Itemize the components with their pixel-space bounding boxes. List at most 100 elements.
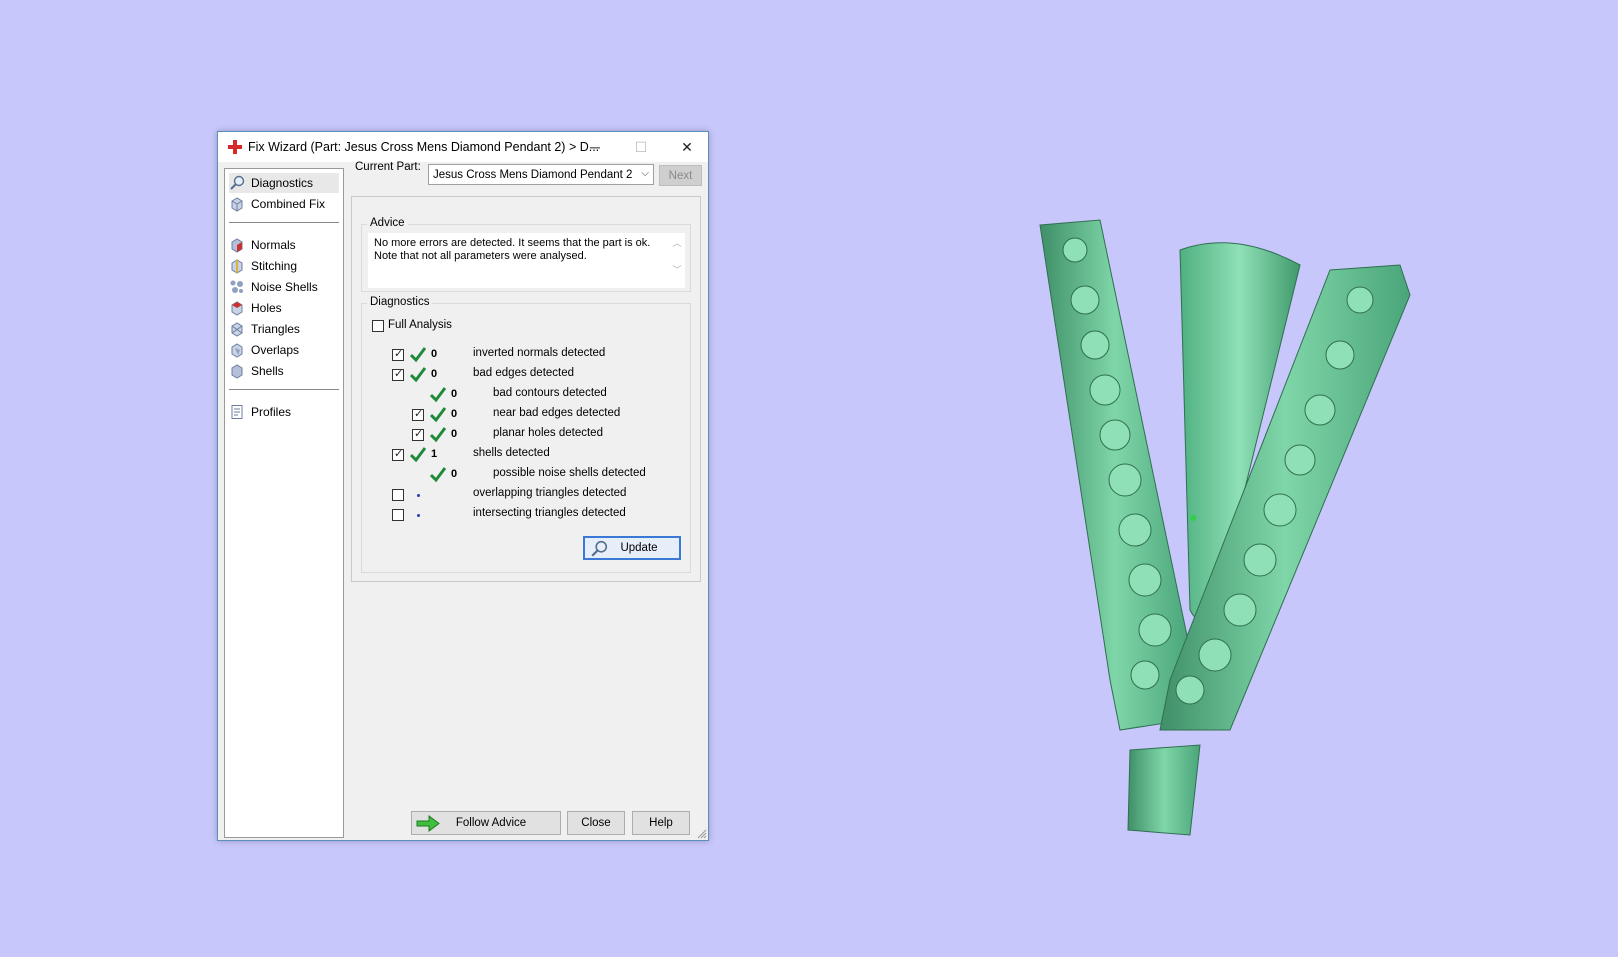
chevron-down-icon: ⌵ <box>641 168 649 179</box>
diagnostics-title: Diagnostics <box>367 296 433 308</box>
sidebar-item-diagnostics[interactable]: Diagnostics <box>229 173 339 193</box>
diag-text: bad contours detected <box>493 387 607 399</box>
green-check-icon <box>410 347 426 363</box>
advice-line-1: No more errors are detected. It seems th… <box>374 237 651 249</box>
diagnostics-group: Diagnostics Full Analysis ✓ 0 inverted n… <box>361 296 691 573</box>
triangles-icon <box>231 322 243 337</box>
sidebar-item-label: Diagnostics <box>251 176 314 190</box>
diag-count: 0 <box>451 428 458 440</box>
title-bar[interactable]: Fix Wizard (Part: Jesus Cross Mens Diamo… <box>218 132 708 162</box>
near-bad-edges-checkbox[interactable]: ✓ <box>412 408 424 421</box>
planar-holes-checkbox[interactable]: ✓ <box>412 428 424 441</box>
inverted-normals-checkbox[interactable]: ✓ <box>392 348 404 361</box>
normals-icon <box>231 238 243 253</box>
pendant-loop <box>1127 744 1201 836</box>
advice-line-2: Note that not all parameters were analys… <box>374 250 587 262</box>
intersecting-triangles-checkbox[interactable] <box>392 509 404 521</box>
check-icon: ✓ <box>394 348 404 360</box>
current-part-select[interactable]: Jesus Cross Mens Diamond Pendant 2 ⌵ <box>428 164 654 185</box>
noise-shells-icon <box>230 280 243 293</box>
pending-dot-icon <box>417 514 420 517</box>
sidebar-item-triangles[interactable]: Triangles <box>229 319 339 339</box>
green-check-icon <box>430 407 446 423</box>
green-check-icon <box>410 447 426 463</box>
diag-text: near bad edges detected <box>493 407 621 419</box>
advice-scrollbar[interactable]: ︿ ﹀ <box>669 233 685 285</box>
sidebar: Diagnostics Combined Fix Normals Stitchi… <box>224 168 344 838</box>
overlapping-triangles-checkbox[interactable] <box>392 489 404 501</box>
sidebar-item-profiles[interactable]: Profiles <box>229 402 339 422</box>
current-part-value: Jesus Cross Mens Diamond Pendant 2 <box>433 168 633 181</box>
resize-grip-icon[interactable] <box>697 829 707 839</box>
stitching-icon <box>231 259 243 274</box>
full-analysis-checkbox[interactable] <box>372 320 384 332</box>
diag-text: possible noise shells detected <box>493 467 646 479</box>
check-icon: ✓ <box>394 368 404 380</box>
diag-text: bad edges detected <box>473 367 575 379</box>
green-arrow-icon <box>416 815 440 832</box>
sidebar-item-stitching[interactable]: Stitching <box>229 256 339 276</box>
red-cross-icon <box>228 140 242 154</box>
maximize-button[interactable]: ☐ <box>618 132 664 162</box>
sidebar-item-label: Combined Fix <box>251 197 326 211</box>
sidebar-item-combined-fix[interactable]: Combined Fix <box>229 194 339 214</box>
advice-group: Advice No more errors are detected. It s… <box>361 217 691 292</box>
sidebar-item-label: Noise Shells <box>251 280 318 294</box>
check-icon: ✓ <box>394 448 404 460</box>
follow-advice-label: Follow Advice <box>455 817 527 829</box>
diagnostics-panel: Advice No more errors are detected. It s… <box>351 196 701 582</box>
holes-icon <box>231 301 243 316</box>
cube-icon <box>231 197 243 212</box>
shells-checkbox[interactable]: ✓ <box>392 448 404 461</box>
sidebar-item-holes[interactable]: Holes <box>229 298 339 318</box>
profiles-icon <box>231 405 243 419</box>
diag-count: 0 <box>431 348 438 360</box>
diag-text: shells detected <box>473 447 550 459</box>
bad-edges-checkbox[interactable]: ✓ <box>392 368 404 381</box>
diag-text: planar holes detected <box>493 427 603 439</box>
diag-count: 0 <box>451 468 458 480</box>
sidebar-item-label: Triangles <box>251 322 300 336</box>
sidebar-divider <box>229 389 339 390</box>
diag-text: inverted normals detected <box>473 347 606 359</box>
close-button[interactable]: Close <box>567 811 625 835</box>
sidebar-item-noise-shells[interactable]: Noise Shells <box>229 277 339 297</box>
advice-text: No more errors are detected. It seems th… <box>368 233 685 288</box>
sidebar-item-shells[interactable]: Shells <box>229 361 339 381</box>
update-label: Update <box>620 542 658 554</box>
minimize-button[interactable]: ─ <box>572 132 618 162</box>
close-window-button[interactable]: ✕ <box>664 132 710 162</box>
green-check-icon <box>430 387 446 403</box>
diag-count: 0 <box>431 368 438 380</box>
sidebar-item-overlaps[interactable]: Overlaps <box>229 340 339 360</box>
sidebar-item-label: Shells <box>251 364 284 378</box>
pivot-point-icon <box>1190 515 1196 521</box>
overlaps-icon <box>231 343 243 358</box>
sidebar-item-label: Stitching <box>251 259 298 273</box>
diag-count: 1 <box>431 448 438 460</box>
diag-count: 0 <box>451 388 458 400</box>
shells-icon <box>231 364 243 379</box>
sidebar-item-label: Overlaps <box>251 343 300 357</box>
scroll-up-icon[interactable]: ︿ <box>669 237 685 250</box>
help-button[interactable]: Help <box>632 811 690 835</box>
next-button[interactable]: Next <box>659 165 702 186</box>
green-check-icon <box>430 427 446 443</box>
model-viewport[interactable] <box>1030 210 1450 850</box>
window-title: Fix Wizard (Part: Jesus Cross Mens Diamo… <box>248 140 600 154</box>
advice-title: Advice <box>367 217 408 229</box>
green-check-icon <box>430 467 446 483</box>
check-icon: ✓ <box>414 428 424 440</box>
full-analysis-label: Full Analysis <box>388 319 452 331</box>
magnifier-icon <box>591 540 608 557</box>
scroll-down-icon[interactable]: ﹀ <box>669 264 685 277</box>
pending-dot-icon <box>417 494 420 497</box>
sidebar-item-normals[interactable]: Normals <box>229 235 339 255</box>
sidebar-divider <box>229 222 339 223</box>
current-part-label: Current Part: <box>355 161 421 173</box>
sidebar-item-label: Holes <box>251 301 282 315</box>
sidebar-item-label: Profiles <box>251 405 292 419</box>
fix-wizard-window: Fix Wizard (Part: Jesus Cross Mens Diamo… <box>217 131 709 841</box>
update-button[interactable]: Update <box>583 536 681 560</box>
follow-advice-button[interactable]: Follow Advice <box>411 811 561 835</box>
